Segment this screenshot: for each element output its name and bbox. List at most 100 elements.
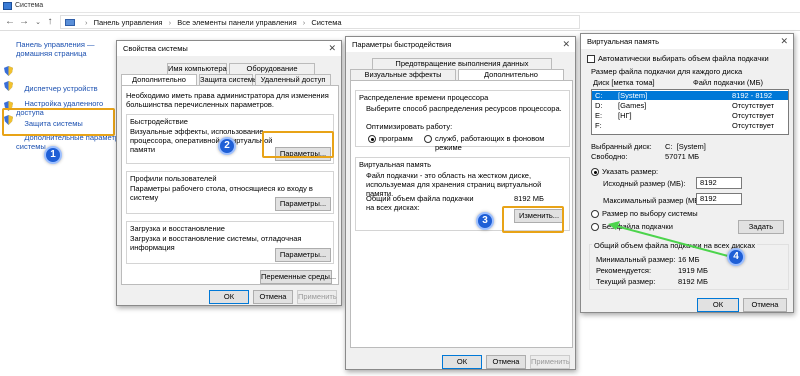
current-size-label: Текущий размер: (596, 277, 656, 286)
tab-hardware[interactable]: Оборудование (229, 63, 315, 74)
max-size-input[interactable]: 8192 (696, 193, 742, 205)
admin-note: Необходимо иметь права администратора дл… (126, 91, 329, 109)
col-disk-header: Диск [метка тома] (593, 78, 655, 87)
drive-label: [HГ] (618, 111, 632, 120)
drive-label: [Games] (618, 101, 647, 110)
perf-desc: Визуальные эффекты, использование процес… (130, 127, 273, 154)
cp-sidebar: Панель управления — домашняя страница Ди… (0, 31, 124, 376)
auto-manage-label: Автоматически выбирать объем файла подка… (598, 54, 769, 63)
drive-row[interactable]: C: [System] 8192 - 8192 (592, 91, 788, 100)
up-arrow-icon[interactable]: ↑ (44, 16, 56, 27)
breadcrumb-item[interactable]: Система (311, 18, 341, 27)
drive-row[interactable]: D: [Games] Отсутствует (592, 101, 788, 110)
recommended-label: Рекомендуется: (596, 266, 652, 275)
dialog-titlebar: Параметры быстродействия ✕ (346, 37, 575, 52)
close-icon[interactable]: ✕ (562, 37, 570, 52)
ok-button[interactable]: ОК (442, 355, 482, 369)
breadcrumb-item[interactable]: Панель управления (94, 18, 163, 27)
drive-paging-size: 8192 - 8192 (732, 91, 773, 100)
tab-advanced[interactable]: Дополнительно (458, 69, 564, 80)
col-size-header: Файл подкачки (МБ) (693, 78, 764, 87)
cancel-button[interactable]: Отмена (253, 290, 293, 304)
control-panel-icon (65, 19, 75, 26)
tab-computer-name[interactable]: Имя компьютера (167, 63, 227, 74)
highlight-change-button (502, 206, 564, 233)
startup-title: Загрузка и восстановление (130, 224, 225, 233)
startup-settings-button[interactable]: Параметры... (275, 248, 331, 262)
radio-system-label: Размер по выбору системы (602, 209, 698, 218)
tab-system-protection[interactable]: Защита системы (199, 74, 258, 85)
system-app-icon (3, 2, 12, 10)
recent-dropdown-icon[interactable]: ⌄ (32, 18, 44, 26)
max-size-label: Максимальный размер (МБ): (603, 196, 704, 205)
drive-paging-size: Отсутствует (732, 121, 775, 130)
radio-programs-label: программ (379, 134, 413, 143)
cp-titlebar: Система (0, 0, 800, 13)
profiles-title: Профили пользователей (130, 174, 217, 183)
selected-disk-label: Выбранный диск: (591, 142, 652, 151)
drive-letter: D: (595, 101, 603, 110)
recommended-value: 1919 МБ (678, 266, 708, 275)
drive-letter: F: (595, 121, 602, 130)
close-icon[interactable]: ✕ (328, 41, 336, 56)
ok-button[interactable]: ОК (697, 298, 739, 312)
dialog-title: Параметры быстродействия (352, 40, 452, 49)
shield-icon (4, 81, 13, 91)
dialog-title: Свойства системы (123, 44, 188, 53)
drives-listbox[interactable]: C: [System] 8192 - 8192 D: [Games] Отсутствуе… (591, 89, 789, 135)
cancel-button[interactable]: Отмена (743, 298, 787, 312)
radio-programs[interactable] (368, 135, 376, 143)
address-breadcrumb[interactable]: › Панель управления › Все элементы панел… (60, 15, 580, 29)
radio-services[interactable] (424, 135, 432, 143)
vm-title: Виртуальная память (359, 160, 432, 169)
dialog-titlebar: Виртуальная память ✕ (581, 34, 793, 49)
drive-letter: C: (595, 91, 603, 100)
ok-button[interactable]: ОК (209, 290, 249, 304)
tab-dep[interactable]: Предотвращение выполнения данных (372, 58, 552, 69)
initial-size-input[interactable]: 8192 (696, 177, 742, 189)
startup-group: Загрузка и восстановление Загрузка и вос… (126, 221, 334, 264)
dialog-title: Виртуальная память (587, 37, 660, 46)
dialog-titlebar: Свойства системы ✕ (117, 41, 341, 56)
total-group: Общий объем файла подкачки на всех диска… (589, 241, 789, 290)
advanced-panel: Необходимо иметь права администратора дл… (121, 85, 339, 285)
step-badge-2: 2 (218, 137, 236, 155)
highlight-advanced-link (2, 108, 115, 136)
tab-advanced[interactable]: Дополнительно (121, 74, 197, 85)
step-badge-3: 3 (476, 212, 494, 230)
apply-button[interactable]: Применить (530, 355, 570, 369)
tab-visual-effects[interactable]: Визуальные эффекты (350, 69, 456, 80)
vm-total-value: 8192 МБ (514, 194, 544, 203)
radio-no-paging[interactable] (591, 223, 599, 231)
breadcrumb-item[interactable]: Все элементы панели управления (177, 18, 296, 27)
step-badge-1: 1 (44, 146, 62, 164)
perf-title: Быстродействие (130, 117, 188, 126)
address-bar-row: ← → ⌄ ↑ › Панель управления › Все элемен… (0, 13, 800, 31)
forward-arrow-icon[interactable]: → (18, 16, 30, 27)
env-variables-button[interactable]: Переменные среды... (260, 270, 336, 284)
sidebar-link-home[interactable]: Панель управления — домашняя страница (16, 40, 94, 58)
drive-row[interactable]: F: Отсутствует (592, 121, 788, 130)
drive-paging-size: Отсутствует (732, 101, 775, 110)
initial-size-label: Исходный размер (МБ): (603, 179, 686, 188)
min-size-label: Минимальный размер: (596, 255, 676, 264)
radio-system-size[interactable] (591, 210, 599, 218)
min-size-value: 16 МБ (678, 255, 700, 264)
tab-remote[interactable]: Удаленный доступ (255, 74, 331, 85)
set-button[interactable]: Задать (738, 220, 784, 234)
step-badge-4: 4 (727, 248, 745, 266)
radio-custom-size[interactable] (591, 168, 599, 176)
back-arrow-icon[interactable]: ← (4, 16, 16, 27)
size-header: Размер файла подкачки для каждого диска (591, 67, 743, 76)
virtual-memory-dialog: Виртуальная память ✕ Автоматически выбир… (580, 33, 794, 313)
optimize-label: Оптимизировать работу: (366, 122, 453, 131)
auto-manage-checkbox[interactable] (587, 55, 595, 63)
cancel-button[interactable]: Отмена (486, 355, 526, 369)
apply-button[interactable]: Применить (297, 290, 337, 304)
drive-label: [System] (618, 91, 648, 100)
close-icon[interactable]: ✕ (780, 34, 788, 49)
profiles-settings-button[interactable]: Параметры... (275, 197, 331, 211)
drive-row[interactable]: E: [HГ] Отсутствует (592, 111, 788, 120)
cpu-group: Распределение времени процессора Выберит… (355, 90, 570, 152)
profiles-group: Профили пользователей Параметры рабочего… (126, 171, 334, 214)
